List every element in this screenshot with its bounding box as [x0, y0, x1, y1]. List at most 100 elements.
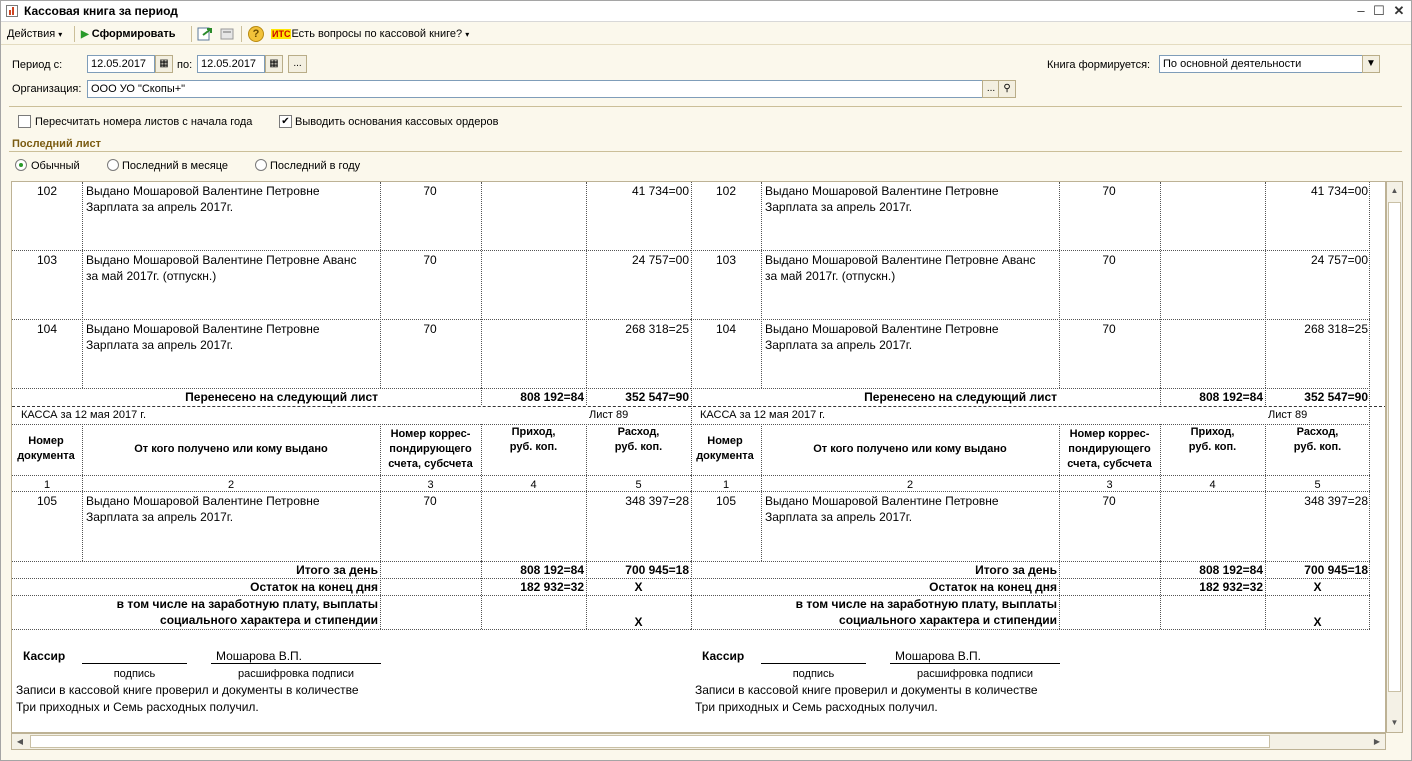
- actions-label: Действия: [7, 28, 56, 40]
- row-description: Зарплата за апрель 2017г.: [765, 338, 913, 352]
- doc-number: 102: [37, 184, 58, 198]
- check-note: Записи в кассовой книге проверил и докум…: [16, 683, 359, 697]
- including-expense: X: [634, 615, 643, 629]
- grid-line: [380, 561, 381, 629]
- signature-line: [890, 663, 1060, 664]
- grid-line: [481, 561, 482, 629]
- grid-line: [586, 561, 587, 629]
- export-icon[interactable]: [197, 26, 213, 42]
- row-description: Выдано Мошаровой Валентине Петровне: [765, 184, 999, 198]
- doc-number: 104: [37, 322, 58, 336]
- sheet-number: Лист 89: [1268, 409, 1308, 421]
- grid-line: [1160, 182, 1161, 388]
- scroll-right-icon[interactable]: ▶: [1371, 734, 1383, 749]
- toolbar: Действия ▾ ▶ Сформировать ? ИТСЕсть вопр…: [1, 23, 1411, 45]
- organization-input[interactable]: ООО УО "Скопы+": [87, 80, 983, 98]
- balance-expense: X: [634, 580, 643, 594]
- play-icon: ▶: [81, 29, 89, 40]
- row-description: Зарплата за апрель 2017г.: [86, 510, 234, 524]
- period-from-label: Период с:: [12, 59, 63, 71]
- grid-line: [691, 319, 1370, 320]
- actions-menu[interactable]: Действия ▾: [7, 26, 62, 42]
- chevron-down-icon[interactable]: ▼: [1362, 55, 1380, 73]
- including-label: социального характера и стипендии: [160, 613, 378, 627]
- header-account: Номер коррес-: [390, 428, 471, 440]
- scroll-left-icon[interactable]: ◀: [14, 734, 26, 749]
- last-sheet-title: Последний лист: [12, 138, 102, 150]
- period-to-input[interactable]: 12.05.2017: [197, 55, 265, 73]
- grid-line: [12, 629, 691, 630]
- period-to-label: по:: [177, 59, 193, 71]
- balance-label: Остаток на конец дня: [250, 580, 378, 594]
- divider: [9, 151, 1402, 152]
- row-description: Зарплата за апрель 2017г.: [86, 200, 234, 214]
- settings-icon[interactable]: [219, 26, 235, 42]
- account-number: 70: [423, 494, 437, 508]
- header-expense: Расход,: [617, 426, 660, 438]
- grid-line: [691, 629, 1370, 630]
- its-questions-label: Есть вопросы по кассовой книге?: [291, 28, 463, 40]
- carried-expense: 352 547=90: [625, 390, 689, 404]
- row-description: Зарплата за апрель 2017г.: [765, 510, 913, 524]
- scroll-down-icon[interactable]: ▼: [1388, 715, 1401, 731]
- report-icon: [6, 5, 18, 17]
- expense-amount: 268 318=25: [625, 322, 689, 336]
- generate-button[interactable]: ▶ Сформировать: [81, 26, 176, 42]
- carried-label: Перенесено на следующий лист: [185, 390, 378, 404]
- header-income: руб. коп.: [509, 441, 558, 453]
- report-area[interactable]: 102 Выдано Мошаровой Валентине Петровне За…: [11, 181, 1386, 733]
- horizontal-scrollbar[interactable]: ◀ ▶: [11, 733, 1386, 750]
- balance-expense: X: [1313, 580, 1322, 594]
- calendar-icon[interactable]: ▦: [265, 55, 283, 73]
- grid-line: [1160, 561, 1161, 629]
- help-icon[interactable]: ?: [248, 26, 264, 42]
- calendar-icon[interactable]: ▦: [155, 55, 173, 73]
- header-account: счета, субсчета: [1067, 458, 1152, 470]
- book-type-select[interactable]: По основной деятельности: [1159, 55, 1363, 73]
- scroll-up-icon[interactable]: ▲: [1388, 183, 1401, 199]
- radio-last-in-year[interactable]: [255, 159, 267, 171]
- its-badge: ИТС: [271, 29, 292, 39]
- row-description: Зарплата за апрель 2017г.: [765, 200, 913, 214]
- toolbar-separator: [74, 26, 75, 42]
- account-number: 70: [1102, 322, 1116, 336]
- expense-amount: 41 734=00: [1310, 184, 1368, 198]
- renumber-checkbox[interactable]: [18, 115, 31, 128]
- show-basis-checkbox[interactable]: ✔: [279, 115, 292, 128]
- scroll-thumb[interactable]: [1388, 202, 1401, 692]
- doc-number: 102: [716, 184, 737, 198]
- check-note: Три приходных и Семь расходных получил.: [16, 700, 259, 714]
- kassa-date: КАССА за 12 мая 2017 г.: [21, 409, 146, 421]
- grid-line: [586, 182, 587, 388]
- window-title: Кассовая книга за период: [24, 4, 178, 18]
- balance-income: 182 932=32: [520, 580, 584, 594]
- grid-line: [82, 424, 83, 561]
- grid-line: [481, 424, 482, 561]
- scroll-thumb[interactable]: [30, 735, 1270, 748]
- row-description: Выдано Мошаровой Валентине Петровне Аван…: [765, 253, 1036, 267]
- search-icon[interactable]: ⚲: [998, 80, 1016, 98]
- chevron-down-icon: ▾: [465, 30, 470, 39]
- period-select-button[interactable]: ...: [288, 55, 307, 73]
- header-doc-number: документа: [696, 450, 754, 462]
- grid-line: [12, 319, 691, 320]
- row-description: за май 2017г. (отпускн.): [86, 269, 217, 283]
- check-note: Записи в кассовой книге проверил и докум…: [695, 683, 1038, 697]
- including-label: в том числе на заработную плату, выплаты: [795, 597, 1057, 611]
- minimize-icon[interactable]: –: [1352, 2, 1370, 20]
- grid-line: [761, 424, 762, 561]
- header-expense: руб. коп.: [614, 441, 663, 453]
- its-questions-menu[interactable]: ИТСЕсть вопросы по кассовой книге? ▾: [271, 26, 469, 42]
- vertical-scrollbar[interactable]: ▲ ▼: [1386, 181, 1403, 733]
- close-icon[interactable]: ✕: [1390, 2, 1408, 20]
- header-account: Номер коррес-: [1069, 428, 1150, 440]
- row-description: Выдано Мошаровой Валентине Петровне: [765, 322, 999, 336]
- radio-ordinary[interactable]: [15, 159, 27, 171]
- row-description: Выдано Мошаровой Валентине Петровне: [86, 322, 320, 336]
- grid-line: [1059, 561, 1060, 629]
- period-from-input[interactable]: 12.05.2017: [87, 55, 155, 73]
- radio-last-in-month[interactable]: [107, 159, 119, 171]
- toolbar-separator: [241, 26, 242, 42]
- sheet-number: Лист 89: [589, 409, 629, 421]
- maximize-icon[interactable]: ☐: [1370, 2, 1388, 20]
